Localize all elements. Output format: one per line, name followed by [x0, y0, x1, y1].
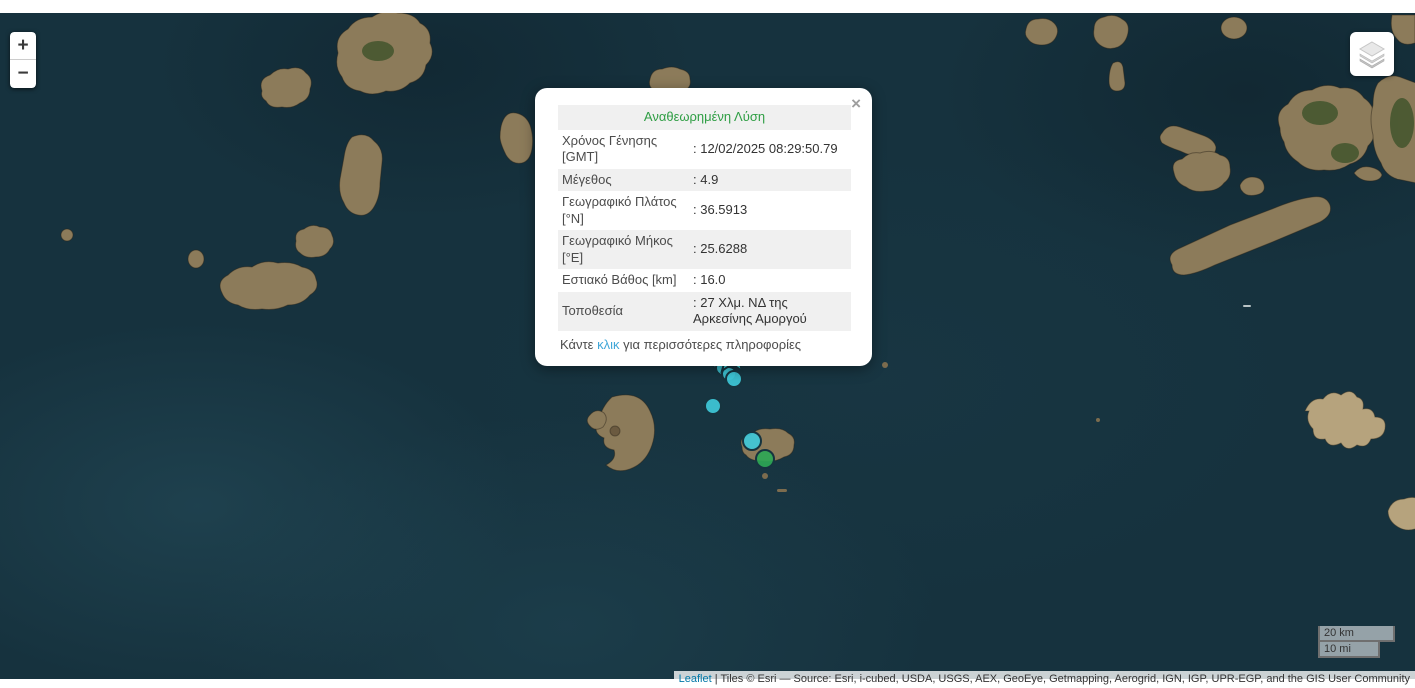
earthquake-marker[interactable] [743, 432, 761, 450]
scale-mi: 10 mi [1318, 642, 1380, 658]
leaflet-link[interactable]: Leaflet [679, 673, 712, 685]
footer-text-suffix: για περισσότερες πληροφορίες [619, 337, 801, 352]
row-magnitude-label: Μέγεθος [558, 169, 689, 192]
layers-control[interactable] [1350, 32, 1394, 76]
row-longitude-value: : 25.6288 [689, 230, 851, 269]
scale-km: 20 km [1318, 626, 1395, 642]
row-depth-label: Εστιακό Βάθος [km] [558, 269, 689, 292]
row-origin-time-value: : 12/02/2025 08:29:50.79 [689, 130, 851, 169]
earthquake-info-table: Αναθεωρημένη Λύση Χρόνος Γένησης [GMT] :… [558, 105, 851, 331]
row-origin-time-label: Χρόνος Γένησης [GMT] [558, 130, 689, 169]
row-latitude-label: Γεωγραφικό Πλάτος [°N] [558, 191, 689, 230]
row-longitude-label: Γεωγραφικό Μήκος [°E] [558, 230, 689, 269]
popup-title: Αναθεωρημένη Λύση [558, 105, 851, 130]
attribution-bar: Leaflet | Tiles © Esri — Source: Esri, i… [674, 671, 1415, 688]
row-location-value: : 27 Χλμ. ΝΔ της Αρκεσίνης Αμοργού [689, 292, 851, 331]
earthquake-popup: × Αναθεωρημένη Λύση Χρόνος Γένησης [GMT]… [535, 88, 872, 366]
zoom-control: + − [10, 32, 36, 88]
layers-icon [1357, 39, 1387, 69]
zoom-in-button[interactable]: + [10, 32, 36, 60]
island-shapes-pale [1305, 391, 1415, 530]
row-location-label: Τοποθεσία [558, 292, 689, 331]
earthquake-marker[interactable] [726, 371, 742, 387]
popup-footer: Κάντε κλικ για περισσότερες πληροφορίες [558, 331, 851, 352]
zoom-out-button[interactable]: − [10, 60, 36, 88]
earthquake-marker[interactable] [756, 450, 774, 468]
row-magnitude-value: : 4.9 [689, 169, 851, 192]
footer-text-prefix: Κάντε [560, 337, 597, 352]
row-depth-value: : 16.0 [689, 269, 851, 292]
row-latitude-value: : 36.5913 [689, 191, 851, 230]
popup-close-button[interactable]: × [847, 91, 865, 116]
page: + − × Αναθεωρημένη Λύση Χρόνος Γένησης [… [0, 0, 1415, 688]
attribution-tiles-text: Tiles © Esri — Source: Esri, i-cubed, US… [720, 673, 1410, 685]
earthquake-marker[interactable] [705, 398, 721, 414]
more-info-link[interactable]: κλικ [597, 337, 619, 352]
scale-control: 20 km 10 mi [1318, 626, 1395, 658]
